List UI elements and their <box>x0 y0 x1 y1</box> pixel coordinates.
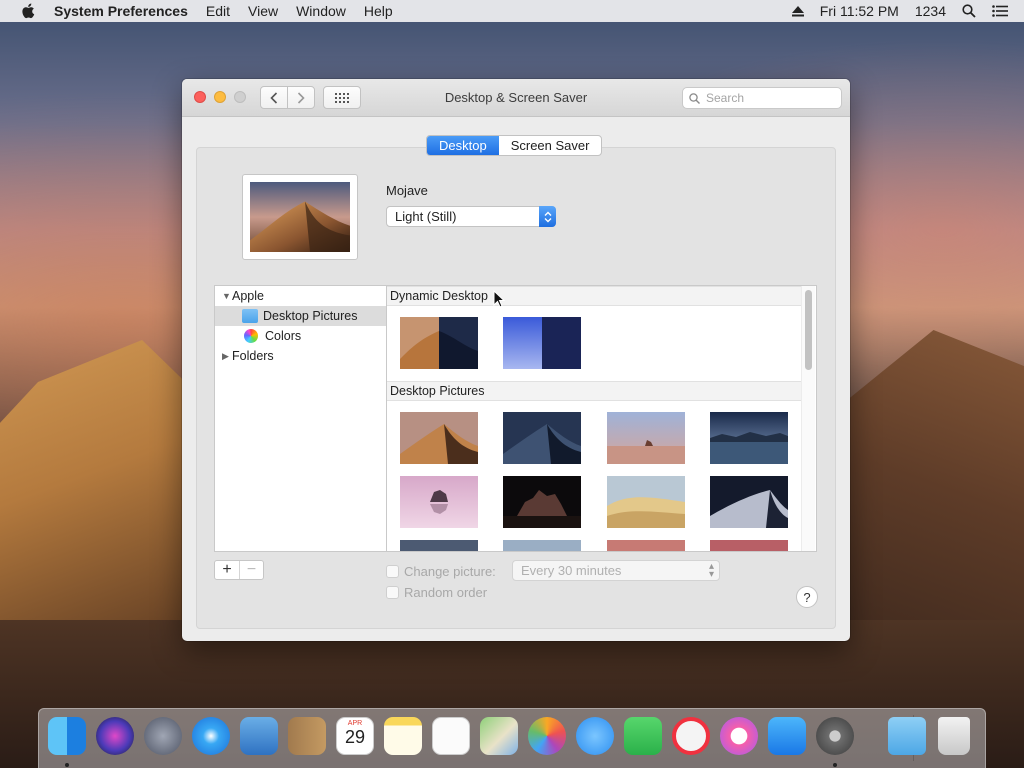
random-order-checkbox[interactable] <box>386 585 399 599</box>
source-list: ▼ Apple Desktop Pictures Colors ▶ Folder… <box>214 285 386 552</box>
source-desktop-pictures[interactable]: Desktop Pictures <box>215 306 386 326</box>
menu-edit[interactable]: Edit <box>206 3 230 19</box>
section-header-dynamic: Dynamic Desktop <box>387 286 802 306</box>
spotlight-search-icon[interactable] <box>962 4 976 18</box>
mail-icon[interactable] <box>240 717 278 755</box>
thumbnail-rock-night[interactable] <box>503 476 581 528</box>
calendar-icon[interactable]: APR 29 <box>336 717 374 755</box>
source-colors[interactable]: Colors <box>215 326 386 346</box>
wallpaper-grid: Dynamic Desktop Desktop Pictures <box>386 285 817 552</box>
wallpaper-name: Mojave <box>386 183 428 198</box>
search-placeholder: Search <box>706 91 745 105</box>
search-icon <box>689 92 700 104</box>
itunes-icon[interactable] <box>720 717 758 755</box>
system-preferences-icon[interactable] <box>816 717 854 755</box>
menu-view[interactable]: View <box>248 3 278 19</box>
mouse-cursor-icon <box>493 290 505 308</box>
mojave-wallpaper-image <box>250 182 350 252</box>
thumbnail-dune-night[interactable] <box>710 476 788 528</box>
thumbnail-partial-3[interactable] <box>607 540 685 552</box>
safari-icon[interactable] <box>192 717 230 755</box>
change-picture-checkbox[interactable] <box>386 564 399 578</box>
thumbnail-mono-lake[interactable] <box>607 412 685 464</box>
vertical-scrollbar[interactable] <box>801 286 815 551</box>
search-field[interactable]: Search <box>682 87 842 109</box>
thumbnail-mojave-dynamic[interactable] <box>400 317 478 369</box>
launchpad-icon[interactable] <box>144 717 182 755</box>
desert-dune-right <box>830 330 1024 750</box>
tab-desktop[interactable]: Desktop <box>427 136 499 155</box>
reminders-icon[interactable] <box>432 717 470 755</box>
thumbnail-sand-dunes[interactable] <box>607 476 685 528</box>
thumbnail-mojave-day[interactable] <box>400 412 478 464</box>
menu-help[interactable]: Help <box>364 3 393 19</box>
menu-bar: System Preferences Edit View Window Help… <box>0 0 1024 22</box>
change-picture-row: Change picture: <box>386 562 496 580</box>
tab-screen-saver[interactable]: Screen Saver <box>499 136 602 155</box>
notification-center-icon[interactable] <box>992 5 1008 17</box>
dock: APR 29 <box>38 708 986 768</box>
menu-app-name[interactable]: System Preferences <box>54 3 188 19</box>
menu-user[interactable]: 1234 <box>915 3 946 19</box>
source-apple[interactable]: ▼ Apple <box>215 286 386 306</box>
siri-icon[interactable] <box>96 717 134 755</box>
interval-value: Every 30 minutes <box>521 563 622 578</box>
up-down-arrows-icon: ▴ ▾ <box>708 561 714 580</box>
disclosure-open-icon[interactable]: ▼ <box>222 291 232 301</box>
finder-icon[interactable] <box>48 717 86 755</box>
menu-clock[interactable]: Fri 11:52 PM <box>820 3 899 19</box>
thumbnail-solar-gradients[interactable] <box>503 317 581 369</box>
calendar-month: APR <box>347 720 363 727</box>
scrollbar-thumb[interactable] <box>805 290 812 370</box>
downloads-icon[interactable] <box>888 717 926 755</box>
wallpaper-preview <box>242 174 358 260</box>
random-order-row: Random order <box>386 583 487 601</box>
apple-menu-icon[interactable] <box>18 3 38 19</box>
appearance-popup[interactable]: Light (Still) <box>386 206 556 227</box>
popup-stepper-icon <box>539 206 556 227</box>
thumbnail-partial-1[interactable] <box>400 540 478 552</box>
facetime-icon[interactable] <box>624 717 662 755</box>
tab-bar: Desktop Screen Saver <box>426 135 603 156</box>
remove-folder-button[interactable]: − <box>239 561 263 579</box>
preferences-window: Desktop & Screen Saver Search Desktop Sc… <box>182 79 850 641</box>
section-header-pictures: Desktop Pictures <box>387 381 802 401</box>
photos-icon[interactable] <box>528 717 566 755</box>
thumbnail-lake-mountains[interactable] <box>710 412 788 464</box>
trash-icon[interactable] <box>938 717 970 755</box>
thumbnail-pink-lake[interactable] <box>400 476 478 528</box>
running-indicator <box>833 763 837 767</box>
thumbnail-partial-4[interactable] <box>710 540 788 552</box>
source-apple-label: Apple <box>232 289 264 303</box>
source-colors-label: Colors <box>265 329 302 343</box>
source-folders-label: Folders <box>232 349 274 363</box>
thumbnail-partial-2[interactable] <box>503 540 581 552</box>
eject-icon[interactable] <box>791 5 804 17</box>
menu-window[interactable]: Window <box>296 3 346 19</box>
random-order-label: Random order <box>404 584 488 600</box>
folder-icon <box>242 309 258 323</box>
color-wheel-icon <box>244 329 258 343</box>
appearance-popup-value: Light (Still) <box>395 209 457 224</box>
source-folders[interactable]: ▶ Folders <box>215 346 386 366</box>
source-desktop-pictures-label: Desktop Pictures <box>263 309 358 323</box>
calendar-day: 29 <box>344 727 366 747</box>
messages-icon[interactable] <box>576 717 614 755</box>
help-button[interactable]: ? <box>796 586 818 608</box>
appstore-icon[interactable] <box>768 717 806 755</box>
disclosure-closed-icon[interactable]: ▶ <box>222 351 232 362</box>
contacts-icon[interactable] <box>288 717 326 755</box>
news-icon[interactable] <box>672 717 710 755</box>
change-picture-label: Change picture: <box>404 563 496 579</box>
thumbnail-mojave-night[interactable] <box>503 412 581 464</box>
maps-icon[interactable] <box>480 717 518 755</box>
title-bar[interactable]: Desktop & Screen Saver Search <box>182 79 850 117</box>
running-indicator <box>65 763 69 767</box>
add-folder-button[interactable]: + <box>215 561 239 579</box>
interval-popup[interactable]: Every 30 minutes ▴ ▾ <box>512 560 720 581</box>
add-remove-buttons: + − <box>214 560 264 580</box>
notes-icon[interactable] <box>384 717 422 755</box>
